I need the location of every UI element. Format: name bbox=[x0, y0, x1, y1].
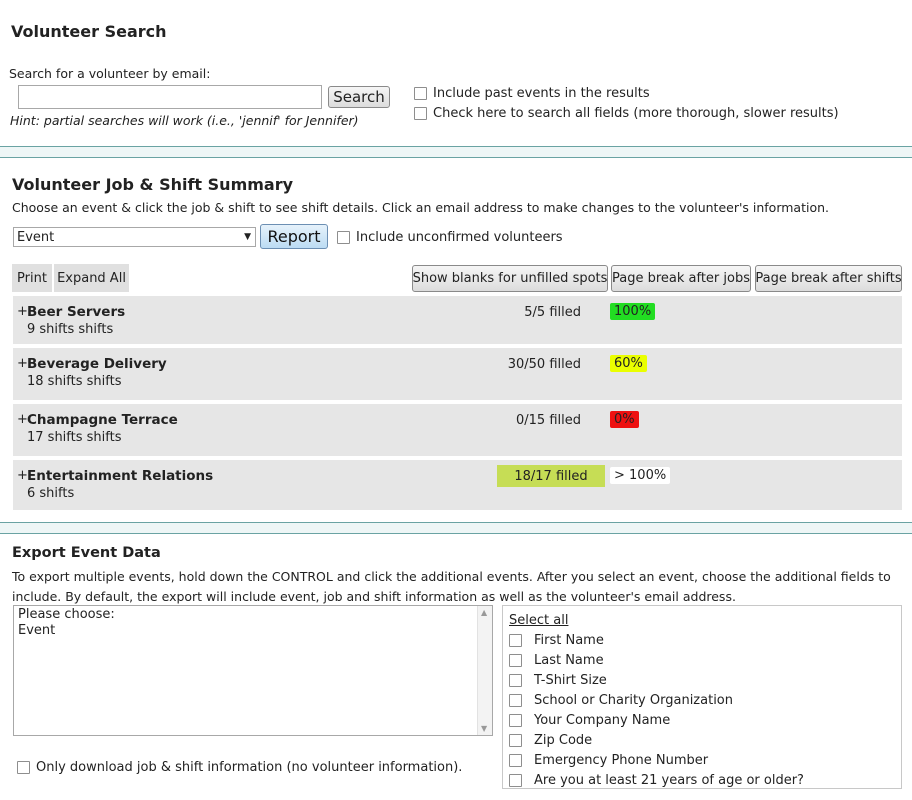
include-past-label: Include past events in the results bbox=[433, 86, 650, 101]
show-blanks-button[interactable]: Show blanks for unfilled spots bbox=[412, 265, 608, 292]
page-break-jobs-button[interactable]: Page break after jobs bbox=[611, 265, 751, 292]
job-fill-percent: 60% bbox=[610, 355, 647, 372]
listbox-scrollbar[interactable]: ▲ ▼ bbox=[477, 606, 492, 735]
include-past-option: Include past events in the results bbox=[414, 86, 650, 101]
only-download-label: Only download job & shift information (n… bbox=[36, 760, 463, 775]
search-input[interactable] bbox=[18, 85, 322, 109]
summary-instructions: Choose an event & click the job & shift … bbox=[12, 200, 829, 215]
print-button[interactable]: Print bbox=[12, 264, 52, 292]
field-option: School or Charity Organization bbox=[509, 690, 901, 710]
event-listbox[interactable]: Please choose: Event ▲ ▼ bbox=[13, 605, 493, 736]
job-filled: 0/15 filled bbox=[516, 413, 581, 428]
job-shifts: 17 shifts shifts bbox=[27, 430, 122, 445]
field-label: Zip Code bbox=[534, 732, 593, 748]
job-shifts: 6 shifts bbox=[27, 486, 75, 501]
job-shifts: 9 shifts shifts bbox=[27, 322, 114, 337]
job-name[interactable]: Beer Servers bbox=[27, 304, 125, 320]
field-option: First Name bbox=[509, 630, 901, 650]
field-checkbox[interactable] bbox=[509, 633, 522, 647]
field-option: Last Name bbox=[509, 650, 901, 670]
event-select-value: Event bbox=[17, 229, 55, 245]
job-row[interactable]: + Entertainment Relations 6 shifts 18/17… bbox=[13, 460, 902, 510]
field-label: Emergency Phone Number bbox=[534, 752, 709, 768]
field-label: School or Charity Organization bbox=[534, 692, 733, 708]
search-button[interactable]: Search bbox=[328, 86, 390, 108]
job-filled: 5/5 filled bbox=[524, 305, 581, 320]
field-checkbox[interactable] bbox=[509, 773, 522, 787]
search-all-fields-option: Check here to search all fields (more th… bbox=[414, 106, 839, 121]
section-divider bbox=[0, 146, 912, 158]
search-hint: Hint: partial searches will work (i.e., … bbox=[10, 113, 359, 128]
field-option: T-Shirt Size bbox=[509, 670, 901, 690]
include-past-checkbox[interactable] bbox=[414, 87, 427, 100]
field-label: Your Company Name bbox=[534, 712, 671, 728]
export-instructions: To export multiple events, hold down the… bbox=[12, 569, 891, 604]
job-fill-percent: 100% bbox=[610, 303, 656, 320]
job-name[interactable]: Champagne Terrace bbox=[27, 412, 178, 428]
field-option: Emergency Phone Number bbox=[509, 750, 901, 770]
job-filled: 18/17 filled bbox=[497, 465, 605, 487]
search-all-fields-checkbox[interactable] bbox=[414, 107, 427, 120]
page-break-shifts-button[interactable]: Page break after shifts bbox=[755, 265, 902, 292]
fields-panel: Select all First Name Last Name T-Shirt … bbox=[502, 605, 902, 789]
field-label: Are you at least 21 years of age or olde… bbox=[534, 772, 804, 788]
job-name[interactable]: Beverage Delivery bbox=[27, 356, 167, 372]
field-checkbox[interactable] bbox=[509, 733, 522, 747]
report-button[interactable]: Report bbox=[260, 224, 328, 249]
search-all-fields-label: Check here to search all fields (more th… bbox=[433, 106, 839, 121]
job-fill-percent: > 100% bbox=[610, 467, 671, 484]
job-filled: 30/50 filled bbox=[507, 357, 581, 372]
event-option[interactable]: Event bbox=[14, 623, 492, 638]
job-row[interactable]: + Beverage Delivery 18 shifts shifts 30/… bbox=[13, 348, 902, 400]
export-title: Export Event Data bbox=[12, 545, 161, 561]
field-label: First Name bbox=[534, 632, 604, 648]
job-shifts: 18 shifts shifts bbox=[27, 374, 122, 389]
job-name[interactable]: Entertainment Relations bbox=[27, 468, 213, 484]
job-fill-percent: 0% bbox=[610, 411, 639, 428]
section-divider bbox=[0, 522, 912, 534]
volunteer-search-title: Volunteer Search bbox=[11, 22, 167, 41]
field-label: Last Name bbox=[534, 652, 604, 668]
field-checkbox[interactable] bbox=[509, 693, 522, 707]
summary-title: Volunteer Job & Shift Summary bbox=[12, 175, 294, 194]
chevron-down-icon: ▼ bbox=[244, 232, 251, 242]
job-row[interactable]: + Beer Servers 9 shifts shifts 5/5 fille… bbox=[13, 296, 902, 344]
field-option: Zip Code bbox=[509, 730, 901, 750]
scroll-down-icon[interactable]: ▼ bbox=[481, 724, 487, 733]
only-download-checkbox[interactable] bbox=[17, 761, 30, 774]
field-checkbox[interactable] bbox=[509, 653, 522, 667]
field-checkbox[interactable] bbox=[509, 673, 522, 687]
event-option[interactable]: Please choose: bbox=[14, 606, 492, 623]
job-row[interactable]: + Champagne Terrace 17 shifts shifts 0/1… bbox=[13, 404, 902, 456]
only-download-option: Only download job & shift information (n… bbox=[17, 760, 462, 775]
field-option: Your Company Name bbox=[509, 710, 901, 730]
include-unconfirmed-label: Include unconfirmed volunteers bbox=[356, 230, 563, 245]
search-label: Search for a volunteer by email: bbox=[9, 66, 211, 81]
include-unconfirmed-option: Include unconfirmed volunteers bbox=[337, 230, 563, 245]
field-checkbox[interactable] bbox=[509, 753, 522, 767]
event-select[interactable]: Event ▼ bbox=[13, 227, 256, 247]
field-label: T-Shirt Size bbox=[534, 672, 607, 688]
expand-all-button[interactable]: Expand All bbox=[54, 264, 129, 292]
include-unconfirmed-checkbox[interactable] bbox=[337, 231, 350, 244]
field-checkbox[interactable] bbox=[509, 713, 522, 727]
select-all-link[interactable]: Select all bbox=[509, 610, 901, 630]
scroll-up-icon[interactable]: ▲ bbox=[481, 608, 487, 617]
field-option: Are you at least 21 years of age or olde… bbox=[509, 770, 901, 790]
